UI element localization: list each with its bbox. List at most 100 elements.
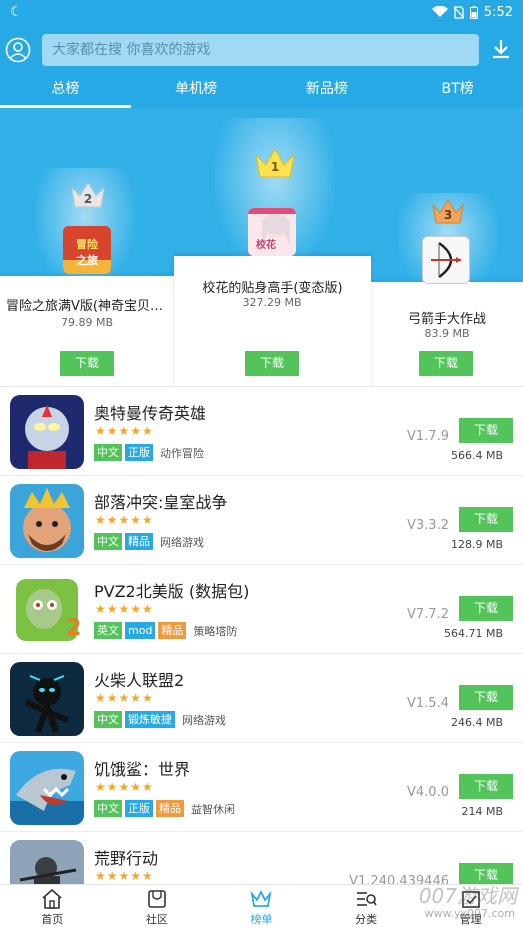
list-item[interactable]: 奥特曼传奇英雄 ★★★★★ 中文 正版 动作冒险 V1.7.9 下载 566.4… (0, 387, 523, 476)
version: V7.7.2 (407, 607, 449, 622)
app-title[interactable]: 奥特曼传奇英雄 (94, 400, 206, 424)
podium-app-size: 83.9 MB (424, 327, 470, 340)
app-icon[interactable] (10, 840, 84, 884)
tab-bt[interactable]: BT榜 (392, 74, 523, 108)
file-size: 564.71 MB (443, 627, 503, 640)
download-button[interactable]: 下载 (459, 507, 513, 532)
app-icon[interactable] (10, 395, 84, 469)
file-size: 214 MB (461, 805, 503, 818)
nav-categories[interactable]: 分类 (314, 885, 419, 931)
tag: 中文 (94, 711, 122, 728)
app-header: 大家都在搜 你喜欢的游戏 总榜 单机榜 新品榜 BT榜 (0, 24, 523, 108)
tag-list: 英文 mod 精品 策略塔防 (94, 622, 237, 639)
list-item[interactable]: 荒野行动 ★★★★★ V1.240.439446 下载 (0, 832, 523, 884)
download-button[interactable]: 下载 (459, 863, 513, 884)
podium-app-name[interactable]: 冒险之旅满V版(神奇宝贝X... (6, 295, 170, 314)
tag: 正版 (125, 800, 153, 817)
category: 动作冒险 (160, 446, 204, 460)
svg-text:之旅: 之旅 (76, 253, 98, 267)
app-title[interactable]: 饥饿鲨：世界 (94, 756, 190, 780)
file-size: 128.9 MB (450, 538, 503, 551)
tag: 英文 (94, 622, 122, 639)
podium-app-size: 79.89 MB (60, 316, 114, 329)
download-button[interactable]: 下载 (459, 418, 513, 443)
category: 策略塔防 (193, 624, 238, 638)
file-size: 246.4 MB (450, 716, 503, 729)
tag: 精品 (125, 533, 153, 550)
tab-single-player[interactable]: 单机榜 (131, 74, 262, 108)
app-icon[interactable] (10, 751, 84, 825)
download-button[interactable]: 下载 (60, 351, 114, 376)
download-button[interactable]: 下载 (459, 774, 513, 799)
list-item[interactable]: 饥饿鲨：世界 ★★★★★ 中文 正版 精品 益智休闲 V4.0.0 下载 214… (0, 743, 523, 832)
watermark: 007游戏网 (418, 884, 517, 908)
tag: 锻炼敏捷 (125, 711, 175, 728)
community-icon (148, 890, 166, 908)
gold-crown-icon: 1 (253, 146, 297, 180)
file-size: 566.4 MB (450, 449, 503, 462)
version: V1.7.9 (407, 429, 449, 444)
app-title[interactable]: 部落冲突:皇室战争 (94, 489, 227, 513)
tag-list: 中文 正版 动作冒险 (94, 444, 204, 461)
podium-app-name[interactable]: 弓箭手大作战 (374, 308, 520, 327)
battery-icon (469, 5, 478, 19)
download-manager-icon[interactable] (490, 38, 512, 60)
tab-new[interactable]: 新品榜 (262, 74, 393, 108)
rating-stars: ★★★★★ (95, 424, 154, 438)
nav-home[interactable]: 首页 (0, 885, 105, 931)
app-title[interactable]: 荒野行动 (94, 845, 158, 869)
podium-app-name[interactable]: 校花的贴身高手(变态版) (180, 277, 365, 296)
nav-label: 社区 (145, 913, 168, 926)
status-bar: ☾ 5:52 (0, 0, 523, 24)
download-button[interactable]: 下载 (459, 596, 513, 621)
rating-stars: ★★★★★ (95, 691, 154, 705)
app-icon[interactable] (422, 236, 470, 284)
podium-app-size: 327.29 MB (242, 296, 302, 309)
crown-icon (251, 889, 272, 907)
download-button[interactable]: 下载 (459, 685, 513, 710)
home-icon (42, 889, 62, 909)
tag-list: 中文 精品 网络游戏 (94, 533, 204, 550)
tag: 精品 (156, 800, 184, 817)
rating-stars: ★★★★★ (95, 513, 154, 527)
tag: mod (125, 622, 156, 639)
svg-text:2: 2 (66, 616, 81, 641)
category: 益智休闲 (191, 802, 235, 816)
nav-rankings[interactable]: 榜单 (209, 885, 314, 931)
nav-community[interactable]: 社区 (105, 885, 210, 931)
app-title[interactable]: PVZ2北美版 (数据包) (94, 578, 249, 602)
category: 网络游戏 (160, 535, 204, 549)
rating-stars: ★★★★★ (95, 602, 154, 616)
no-sim-icon (453, 5, 464, 19)
download-button[interactable]: 下载 (245, 351, 299, 376)
user-profile-icon[interactable] (5, 37, 31, 63)
clock: 5:52 (483, 4, 513, 20)
nav-label: 首页 (41, 913, 64, 926)
nav-label: 分类 (355, 913, 378, 926)
list-item[interactable]: 火柴人联盟2 ★★★★★ 中文 锻炼敏捷 网络游戏 V1.5.4 下载 246.… (0, 654, 523, 743)
app-icon[interactable]: 2 (10, 573, 84, 647)
tag: 精品 (158, 622, 187, 639)
search-input[interactable]: 大家都在搜 你喜欢的游戏 (42, 34, 479, 66)
bronze-crown-icon: 3 (430, 198, 466, 226)
category: 网络游戏 (182, 713, 226, 727)
app-title[interactable]: 火柴人联盟2 (94, 667, 184, 691)
app-icon[interactable]: 校花 (248, 208, 296, 256)
category-icon (357, 892, 377, 906)
app-icon[interactable] (10, 484, 84, 558)
rating-stars: ★★★★★ (95, 780, 154, 794)
list-item[interactable]: 部落冲突:皇室战争 ★★★★★ 中文 精品 网络游戏 V3.3.2 下载 128… (0, 476, 523, 565)
tab-overall[interactable]: 总榜 (0, 74, 131, 108)
nav-label: 榜单 (250, 913, 273, 926)
svg-text:冒险: 冒险 (76, 237, 99, 251)
tag: 中文 (94, 444, 122, 461)
app-icon[interactable]: 冒险 之旅 (63, 226, 111, 274)
tag: 中文 (94, 533, 122, 550)
tag-list: 中文 锻炼敏捷 网络游戏 (94, 711, 226, 728)
version: V4.0.0 (407, 785, 449, 800)
app-icon[interactable] (10, 662, 84, 736)
download-button[interactable]: 下载 (419, 351, 473, 376)
ranking-list: 奥特曼传奇英雄 ★★★★★ 中文 正版 动作冒险 V1.7.9 下载 566.4… (0, 386, 523, 884)
list-item[interactable]: 2 PVZ2北美版 (数据包) ★★★★★ 英文 mod 精品 策略塔防 V7.… (0, 565, 523, 654)
silver-crown-icon: 2 (69, 180, 107, 210)
